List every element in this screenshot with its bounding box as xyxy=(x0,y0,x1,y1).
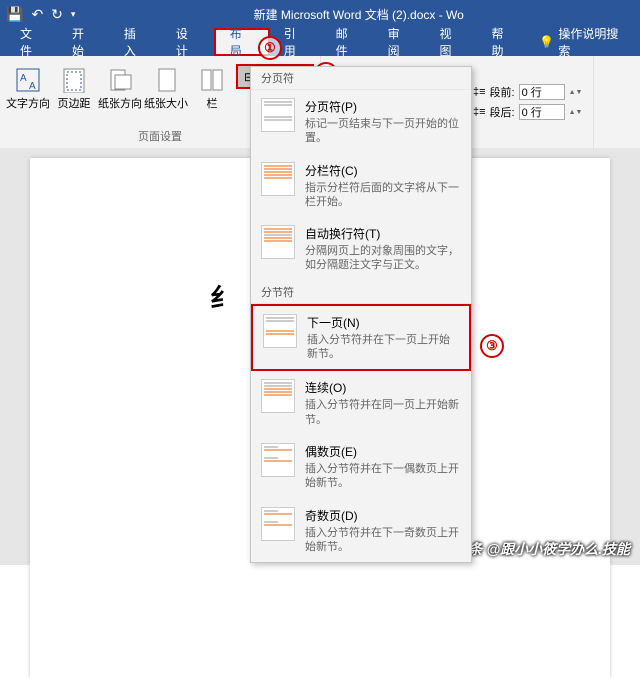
odd-page-desc: 插入分节符并在下一奇数页上开始新节。 xyxy=(305,526,461,555)
margins-button[interactable]: 页边距 xyxy=(52,60,96,128)
annotation-3: ③ xyxy=(480,334,504,358)
menu-even-page[interactable]: 偶数页(E) 插入分节符并在下一偶数页上开始新节。 xyxy=(251,435,471,499)
spin-icon[interactable]: ▲▼ xyxy=(569,89,581,96)
tab-mailings[interactable]: 邮件 xyxy=(322,28,374,56)
even-page-title: 偶数页(E) xyxy=(305,443,461,460)
svg-text:A: A xyxy=(29,81,36,92)
next-page-title: 下一页(N) xyxy=(307,314,459,331)
columns-label: 栏 xyxy=(207,98,218,110)
tab-review[interactable]: 审阅 xyxy=(374,28,426,56)
menu-next-page[interactable]: 下一页(N) 插入分节符并在下一页上开始新节。 xyxy=(251,304,471,372)
tab-file[interactable]: 文件 xyxy=(6,28,58,56)
space-after-icon: ‡≡ xyxy=(473,106,486,118)
size-label: 纸张大小 xyxy=(144,98,188,110)
page-break-desc: 标记一页结束与下一页开始的位置。 xyxy=(305,117,461,146)
page-break-icon xyxy=(261,98,295,132)
tab-view[interactable]: 视图 xyxy=(426,28,478,56)
column-break-icon xyxy=(261,162,295,196)
lightbulb-icon: 💡 xyxy=(539,35,554,49)
columns-icon xyxy=(196,64,228,96)
tell-me-label: 操作说明搜索 xyxy=(558,25,630,59)
after-label: 段后: xyxy=(490,104,515,120)
orientation-icon xyxy=(104,64,136,96)
undo-icon[interactable]: ↶ xyxy=(31,6,43,23)
continuous-title: 连续(O) xyxy=(305,379,461,396)
redo-icon[interactable]: ↻ xyxy=(51,6,63,23)
quick-access-toolbar: 💾 ↶ ↻ ▾ xyxy=(6,6,75,23)
text-wrap-title: 自动换行符(T) xyxy=(305,225,461,242)
text-wrap-icon xyxy=(261,225,295,259)
ribbon-tabs: 文件 开始 插入 设计 布局 引用 邮件 审阅 视图 帮助 💡 操作说明搜索 xyxy=(0,28,640,56)
space-before-icon: ‡≡ xyxy=(473,86,486,98)
title-bar: 💾 ↶ ↻ ▾ 新建 Microsoft Word 文档 (2).docx - … xyxy=(0,0,640,28)
text-direction-label: 文字方向 xyxy=(6,98,50,110)
space-after-input[interactable] xyxy=(519,104,565,120)
column-break-desc: 指示分栏符后面的文字将从下一栏开始。 xyxy=(305,181,461,210)
spin-icon[interactable]: ▲▼ xyxy=(569,109,581,116)
text-wrap-desc: 分隔网页上的对象周围的文字，如分隔题注文字与正文。 xyxy=(305,244,461,273)
margins-label: 页边距 xyxy=(58,98,91,110)
continuous-icon xyxy=(261,379,295,413)
save-icon[interactable]: 💾 xyxy=(6,6,23,23)
qat-more-icon[interactable]: ▾ xyxy=(71,9,76,20)
even-page-desc: 插入分节符并在下一偶数页上开始新节。 xyxy=(305,462,461,491)
orientation-label: 纸张方向 xyxy=(98,98,142,110)
menu-text-wrap[interactable]: 自动换行符(T) 分隔网页上的对象周围的文字，如分隔题注文字与正文。 xyxy=(251,217,471,281)
watermark: 头条 @跟小小筱学办么.技能 xyxy=(455,539,630,559)
size-icon xyxy=(150,64,182,96)
svg-text:A: A xyxy=(20,73,27,84)
page-setup-group-label: 页面设置 xyxy=(138,128,182,146)
even-page-icon xyxy=(261,443,295,477)
space-before-input[interactable] xyxy=(519,84,565,100)
menu-page-break[interactable]: 分页符(P) 标记一页结束与下一页开始的位置。 xyxy=(251,90,471,154)
columns-button[interactable]: 栏 xyxy=(190,60,234,128)
tab-insert[interactable]: 插入 xyxy=(110,28,162,56)
menu-column-break[interactable]: 分栏符(C) 指示分栏符后面的文字将从下一栏开始。 xyxy=(251,154,471,218)
tell-me[interactable]: 💡 操作说明搜索 xyxy=(529,28,640,56)
tab-design[interactable]: 设计 xyxy=(162,28,214,56)
column-break-title: 分栏符(C) xyxy=(305,162,461,179)
section-breaks-header: 分节符 xyxy=(251,281,471,304)
document-text: 纟 xyxy=(210,284,236,313)
next-page-desc: 插入分节符并在下一页上开始新节。 xyxy=(307,333,459,362)
page-breaks-header: 分页符 xyxy=(251,67,471,90)
tab-help[interactable]: 帮助 xyxy=(477,28,529,56)
margins-icon xyxy=(58,64,90,96)
odd-page-icon xyxy=(261,507,295,541)
continuous-desc: 插入分节符并在同一页上开始新节。 xyxy=(305,398,461,427)
size-button[interactable]: 纸张大小 xyxy=(144,60,188,128)
text-direction-button[interactable]: AA 文字方向 xyxy=(6,60,50,128)
next-page-icon xyxy=(263,314,297,348)
document-title: 新建 Microsoft Word 文档 (2).docx - Wo xyxy=(83,6,634,23)
odd-page-title: 奇数页(D) xyxy=(305,507,461,524)
menu-continuous[interactable]: 连续(O) 插入分节符并在同一页上开始新节。 xyxy=(251,371,471,435)
tab-home[interactable]: 开始 xyxy=(58,28,110,56)
page-break-title: 分页符(P) xyxy=(305,98,461,115)
breaks-dropdown: 分页符 分页符(P) 标记一页结束与下一页开始的位置。 分栏符(C) 指示分栏符后面… xyxy=(250,66,472,563)
orientation-button[interactable]: 纸张方向 xyxy=(98,60,142,128)
annotation-1: ① xyxy=(258,36,282,60)
before-label: 段前: xyxy=(490,84,515,100)
text-direction-icon: AA xyxy=(12,64,44,96)
menu-odd-page[interactable]: 奇数页(D) 插入分节符并在下一奇数页上开始新节。 xyxy=(251,499,471,563)
